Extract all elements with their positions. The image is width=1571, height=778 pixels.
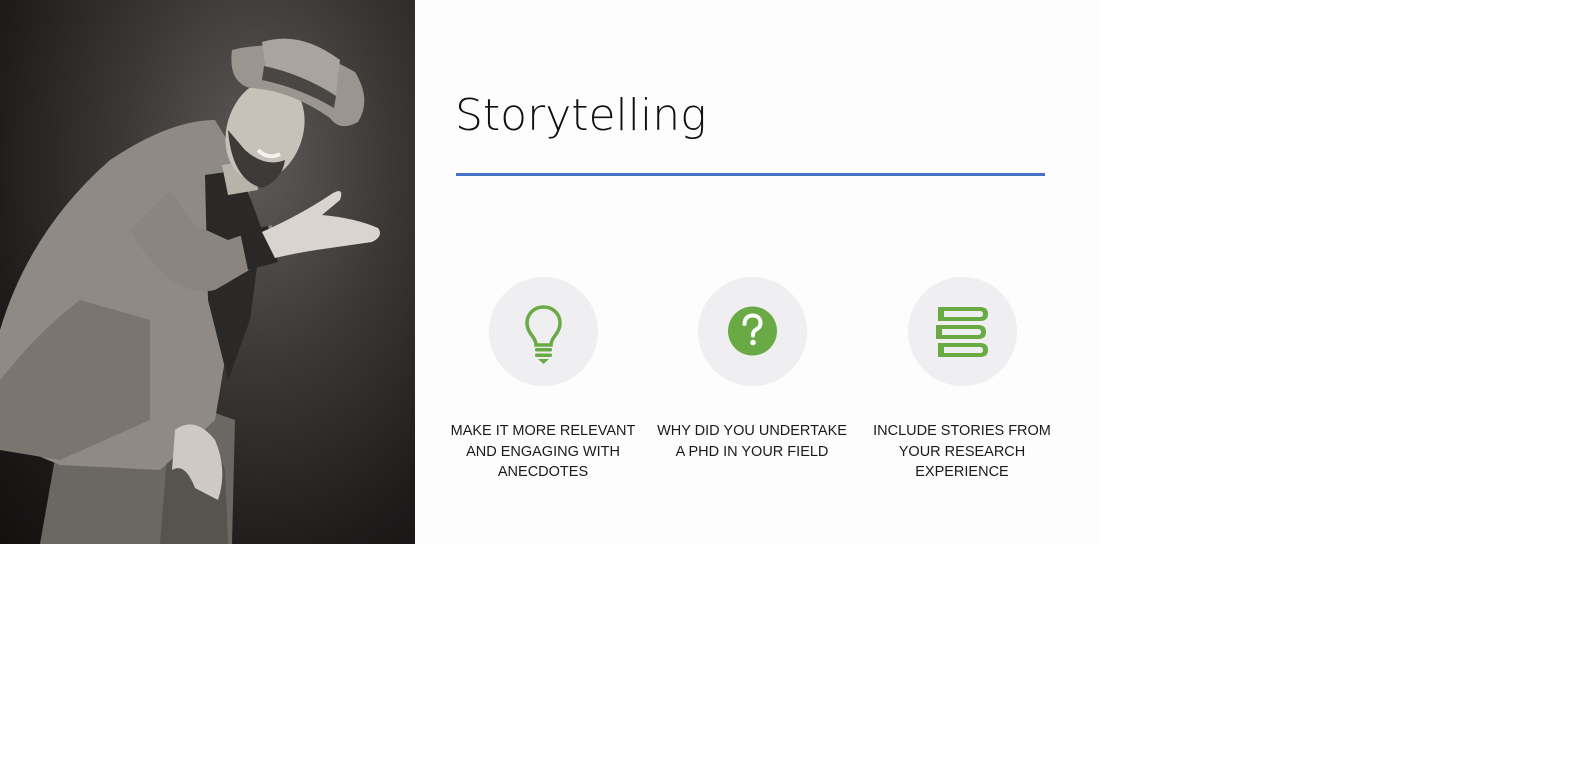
feature-caption: MAKE IT MORE RELEVANT AND ENGAGING WITH … [450, 423, 636, 480]
photo-illustration [0, 38, 380, 544]
feature-icon-circle [488, 277, 598, 386]
feature-icon-circle [907, 277, 1017, 386]
slide: Storytelling MAKE IT MORE RELEVANT AND E… [0, 0, 1099, 544]
feature-icon-circle [697, 277, 807, 386]
feature-caption: WHY DID YOU UNDERTAKE A PHD IN YOUR FIEL… [657, 423, 847, 460]
man-in-hat-photo [0, 0, 415, 544]
feature-why-phd: WHY DID YOU UNDERTAKE A PHD IN YOUR FIEL… [657, 277, 847, 462]
title-divider [456, 173, 1045, 176]
feature-caption: INCLUDE STORIES FROM YOUR RESEARCH EXPER… [873, 423, 1051, 480]
books-icon [935, 307, 988, 357]
question-mark-icon [727, 306, 777, 356]
slide-title: Storytelling [455, 90, 707, 141]
feature-research-stories: INCLUDE STORIES FROM YOUR RESEARCH EXPER… [867, 277, 1057, 483]
lightbulb-icon [524, 305, 562, 364]
feature-relevance: MAKE IT MORE RELEVANT AND ENGAGING WITH … [448, 277, 638, 483]
